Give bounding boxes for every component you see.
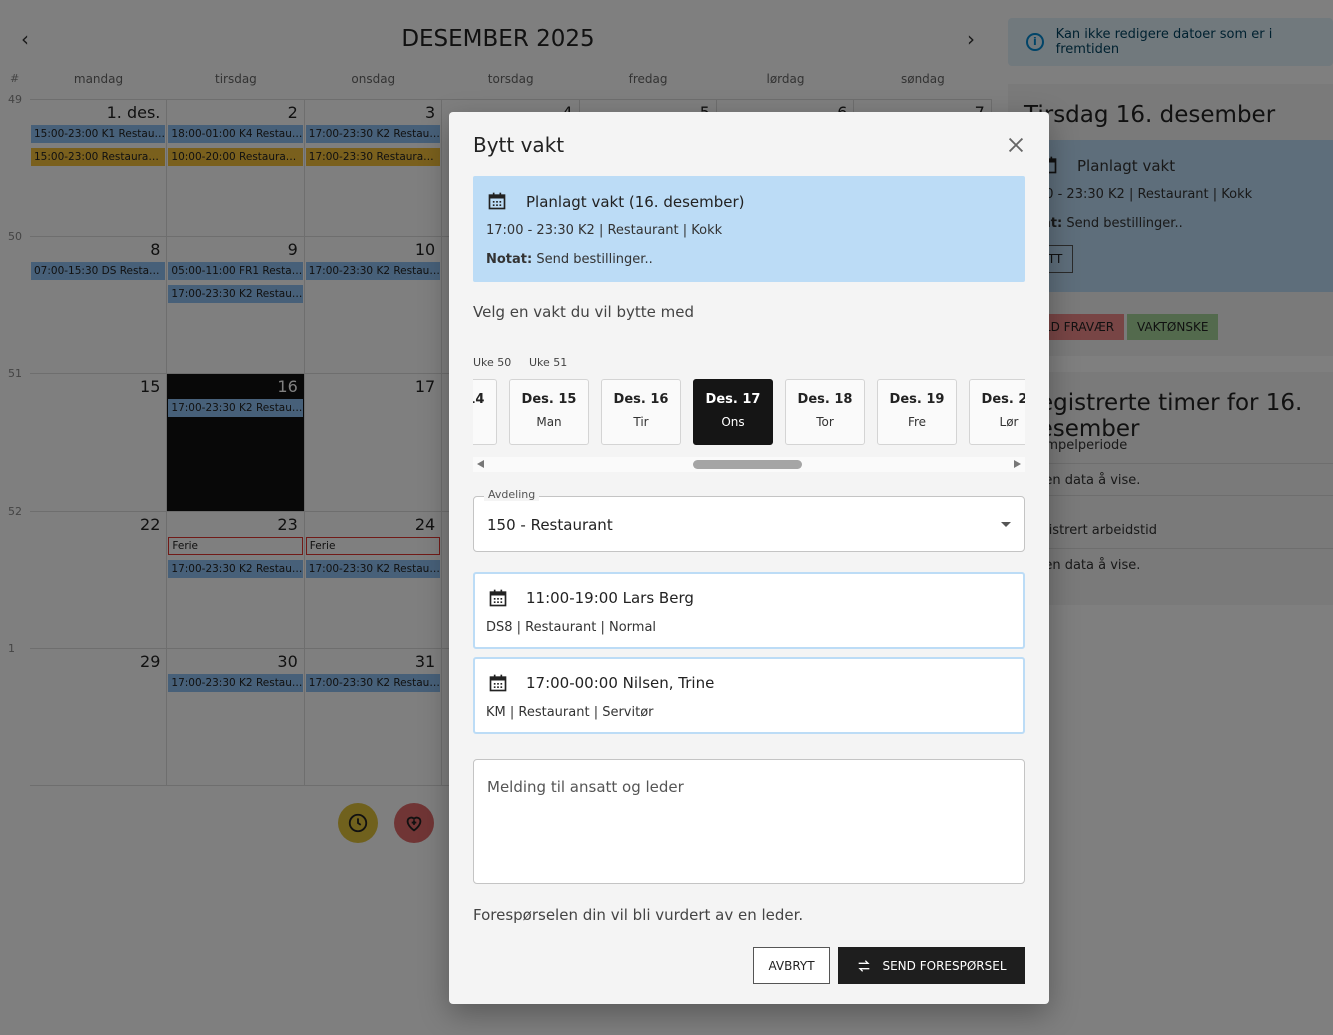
day-option-weekday: Man — [536, 415, 562, 429]
day-picker: Des. 14 Søn Des. 15 Man Des. 16 Tir Des. 17 Ons… — [473, 379, 1025, 445]
day-option[interactable]: Des. 20 Lør — [969, 379, 1025, 445]
note-label: Notat: — [486, 252, 533, 267]
day-option-date: Des. 20 — [981, 392, 1025, 407]
day-option-weekday: Ons — [721, 415, 745, 429]
dialog-title: Bytt vakt — [473, 133, 565, 157]
day-option[interactable]: Des. 17 Ons — [693, 379, 773, 445]
option-details: KM | Restaurant | Servitør — [486, 705, 654, 720]
day-option-weekday: Tir — [633, 415, 649, 429]
day-option[interactable]: Des. 15 Man — [509, 379, 589, 445]
note-text: Send bestillinger.. — [536, 252, 653, 267]
day-option-date: Des. 17 — [705, 392, 761, 407]
close-icon[interactable] — [1005, 134, 1027, 156]
scroll-right-icon[interactable] — [1014, 460, 1021, 468]
week-label: Uke 51 — [529, 356, 568, 369]
cancel-button[interactable]: AVBRYT — [753, 947, 830, 984]
week-label: Uke 50 — [473, 356, 512, 369]
day-picker-scrollbar[interactable] — [473, 457, 1025, 472]
planned-shift-note: Notat: Send bestillinger.. — [486, 252, 653, 267]
day-option-date: Des. 15 — [521, 392, 577, 407]
department-select[interactable]: Avdeling 150 - Restaurant — [473, 488, 1025, 552]
swap-shift-dialog: Bytt vakt Planlagt vakt (16. desember) 1… — [449, 112, 1049, 1004]
calendar-icon — [489, 674, 507, 692]
department-value: 150 - Restaurant — [487, 516, 613, 534]
day-option-date: Des. 19 — [889, 392, 945, 407]
day-option-weekday: Lør — [999, 415, 1019, 429]
day-option[interactable]: Des. 14 Søn — [473, 379, 497, 445]
planned-shift-title: Planlagt vakt (16. desember) — [526, 193, 745, 211]
day-option-date: Des. 16 — [613, 392, 669, 407]
day-option-weekday: Søn — [473, 415, 496, 429]
swap-option-card[interactable]: 11:00-19:00 Lars Berg DS8 | Restaurant |… — [473, 572, 1025, 649]
choose-shift-label: Velg en vakt du vil bytte med — [473, 303, 694, 321]
calendar-icon — [489, 589, 507, 607]
planned-shift-details: 17:00 - 23:30 K2 | Restaurant | Kokk — [486, 223, 723, 238]
planned-shift-card: Planlagt vakt (16. desember) 17:00 - 23:… — [473, 176, 1025, 282]
day-option-weekday: Fre — [907, 415, 927, 429]
option-title: 17:00-00:00 Nilsen, Trine — [526, 674, 715, 692]
day-option[interactable]: Des. 18 Tor — [785, 379, 865, 445]
chevron-down-icon — [1001, 522, 1011, 527]
day-option-date: Des. 18 — [797, 392, 853, 407]
department-label: Avdeling — [484, 488, 540, 501]
scroll-left-icon[interactable] — [477, 460, 484, 468]
day-option-weekday: Tor — [816, 415, 834, 429]
send-label: SEND FORESPØRSEL — [882, 958, 1007, 973]
calendar-icon — [488, 192, 506, 210]
day-option[interactable]: Des. 19 Fre — [877, 379, 957, 445]
swap-option-card[interactable]: 17:00-00:00 Nilsen, Trine KM | Restauran… — [473, 657, 1025, 734]
option-details: DS8 | Restaurant | Normal — [486, 620, 657, 635]
day-option[interactable]: Des. 16 Tir — [601, 379, 681, 445]
day-option-date: Des. 14 — [473, 392, 485, 407]
review-note: Forespørselen din vil bli vurdert av en … — [473, 906, 804, 924]
cancel-label: AVBRYT — [768, 958, 815, 973]
swap-icon — [858, 959, 871, 972]
message-input[interactable] — [473, 759, 1025, 884]
send-request-button[interactable]: SEND FORESPØRSEL — [838, 947, 1025, 984]
option-title: 11:00-19:00 Lars Berg — [526, 589, 694, 607]
scrollbar-thumb[interactable] — [693, 460, 802, 469]
